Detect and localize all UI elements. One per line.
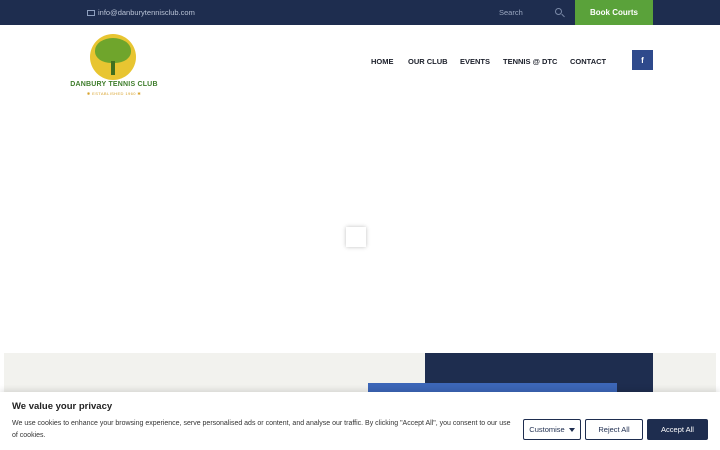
nav-tennis-dtc[interactable]: TENNIS @ DTC [503, 57, 557, 66]
email-link[interactable]: info@danburytennisclub.com [87, 0, 195, 25]
club-established: ✱ ESTABLISHED 1960 ✱ [86, 91, 142, 96]
club-logo[interactable]: DANBURY TENNIS CLUB ✱ ESTABLISHED 1960 ✱ [66, 34, 162, 98]
facebook-icon[interactable]: f [632, 50, 653, 70]
nav-contact[interactable]: CONTACT [570, 57, 606, 66]
book-courts-button[interactable]: Book Courts [575, 0, 653, 25]
customise-button[interactable]: Customise [523, 419, 581, 440]
mail-icon [87, 9, 95, 16]
reject-all-button[interactable]: Reject All [585, 419, 643, 440]
club-name: DANBURY TENNIS CLUB [70, 81, 158, 88]
tree-crown [95, 38, 131, 63]
search-placeholder: Search [499, 8, 523, 17]
tree-trunk [111, 61, 115, 75]
email-text: info@danburytennisclub.com [98, 8, 195, 17]
search-input[interactable]: Search [494, 4, 566, 21]
top-bar: info@danburytennisclub.com Search Book C… [0, 0, 720, 25]
cookie-title: We value your privacy [12, 401, 113, 412]
customise-label: Customise [529, 425, 565, 434]
cookie-text: We use cookies to enhance your browsing … [12, 420, 511, 439]
nav-our-club[interactable]: OUR CLUB [408, 57, 448, 66]
accept-all-button[interactable]: Accept All [647, 419, 708, 440]
search-icon[interactable] [555, 8, 562, 15]
cookie-banner: We value your privacy We use cookies to … [0, 392, 720, 450]
loading-spinner [346, 227, 366, 247]
nav-home[interactable]: HOME [371, 57, 394, 66]
nav-events[interactable]: EVENTS [460, 57, 490, 66]
page: info@danburytennisclub.com Search Book C… [0, 0, 720, 450]
caret-down-icon [568, 427, 575, 432]
